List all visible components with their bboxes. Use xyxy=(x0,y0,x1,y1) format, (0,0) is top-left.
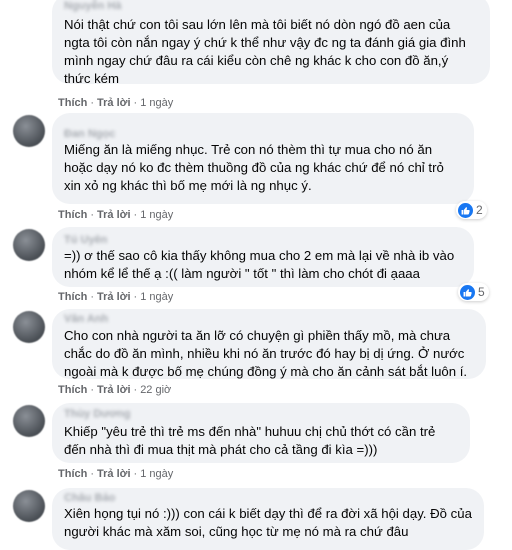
like-link[interactable]: Thích xyxy=(58,209,87,221)
separator: · xyxy=(133,291,138,303)
reply-link[interactable]: Trả lời xyxy=(97,468,131,480)
comment-actions: Thích · Trả lời · 22 giờ xyxy=(58,384,171,396)
comment-actions: Thích · Trả lời · 1 ngày xyxy=(58,97,173,109)
comment-text: =)) ơ thế sao cô kia thấy không mua cho … xyxy=(64,248,455,281)
avatar[interactable] xyxy=(13,311,45,343)
avatar[interactable] xyxy=(13,115,45,147)
comment-author[interactable]: Đan Ngọc xyxy=(64,127,462,141)
separator: · xyxy=(90,209,95,221)
comment-text: Xiên họng tụi nó :))) con cái k biết dạy… xyxy=(64,506,472,539)
comment-bubble: Thùy Dương Khiếp "yêu trẻ thì trẻ ms đến… xyxy=(52,403,470,463)
separator: · xyxy=(90,468,95,480)
like-icon xyxy=(458,202,473,218)
separator: · xyxy=(133,384,138,396)
comment-author[interactable]: Thùy Dương xyxy=(64,407,458,421)
reaction-number: 5 xyxy=(478,285,485,299)
comment-text: Miếng ăn là miếng nhục. Trẻ con nó thèm … xyxy=(64,142,444,193)
avatar[interactable] xyxy=(13,229,45,261)
avatar[interactable] xyxy=(13,405,45,437)
comment-author[interactable]: Nguyễn Hà xyxy=(64,0,478,13)
comment-text: Cho con nhà người ta ăn lỡ có chuyện gì … xyxy=(64,328,468,379)
reply-link[interactable]: Trả lời xyxy=(97,209,131,221)
comment-author[interactable]: Tú Uyên xyxy=(64,233,462,247)
comment-time[interactable]: 1 ngày xyxy=(140,209,173,221)
comment-time[interactable]: 1 ngày xyxy=(140,97,173,109)
comment-bubble: Châu Bảo Xiên họng tụi nó :))) con cái k… xyxy=(52,488,484,550)
comment-author[interactable]: Châu Bảo xyxy=(64,491,472,505)
comment-actions: Thích · Trả lời · 1 ngày xyxy=(58,468,173,480)
comment-author[interactable]: Vân Anh xyxy=(64,312,474,326)
comment-text: Nói thật chứ con tôi sau lớn lên mà tôi … xyxy=(64,17,466,86)
reaction-count[interactable]: 2 xyxy=(456,201,487,219)
separator: · xyxy=(133,468,138,480)
like-link[interactable]: Thích xyxy=(58,291,87,303)
like-link[interactable]: Thích xyxy=(58,97,87,109)
comment-time[interactable]: 1 ngày xyxy=(140,291,173,303)
comment-bubble: Tú Uyên =)) ơ thế sao cô kia thấy không … xyxy=(52,227,474,287)
comment-bubble: Vân Anh Cho con nhà người ta ăn lỡ có ch… xyxy=(52,309,486,379)
comment-bubble: Đan Ngọc Miếng ăn là miếng nhục. Trẻ con… xyxy=(52,113,474,204)
like-link[interactable]: Thích xyxy=(58,468,87,480)
separator: · xyxy=(90,384,95,396)
comment-time[interactable]: 1 ngày xyxy=(140,468,173,480)
reply-link[interactable]: Trả lời xyxy=(97,291,131,303)
like-icon xyxy=(460,284,475,300)
separator: · xyxy=(133,209,138,221)
comment-time[interactable]: 22 giờ xyxy=(140,384,171,396)
reply-link[interactable]: Trả lời xyxy=(97,384,131,396)
separator: · xyxy=(90,97,95,109)
reply-link[interactable]: Trả lời xyxy=(97,97,131,109)
separator: · xyxy=(133,97,138,109)
reaction-number: 2 xyxy=(476,203,483,217)
reaction-count[interactable]: 5 xyxy=(458,283,489,301)
comment-actions: Thích · Trả lời · 1 ngày xyxy=(58,209,173,221)
like-link[interactable]: Thích xyxy=(58,384,87,396)
separator: · xyxy=(90,291,95,303)
comment-actions: Thích · Trả lời · 1 ngày xyxy=(58,291,173,303)
comment-text: Khiếp "yêu trẻ thì trẻ ms đến nhà" huhuu… xyxy=(64,424,436,457)
comment-bubble: Nguyễn Hà Nói thật chứ con tôi sau lớn l… xyxy=(52,0,490,86)
avatar[interactable] xyxy=(13,490,45,522)
